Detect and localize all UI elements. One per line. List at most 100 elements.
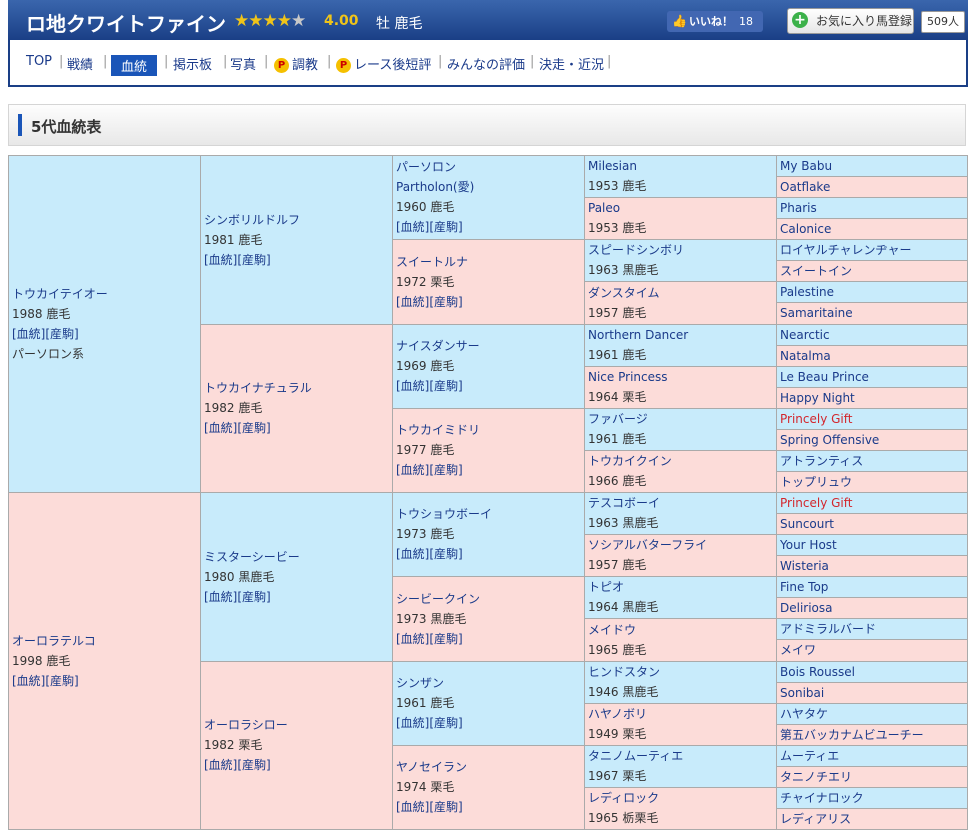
pedigree-link[interactable]: [血統] (12, 674, 45, 688)
horse-name-link[interactable]: メイドウ (588, 620, 774, 640)
horse-name-link[interactable]: ムーティエ (780, 746, 965, 766)
horse-name-link[interactable]: パーソロン (396, 157, 582, 177)
horse-name-link[interactable]: シンボリルドルフ (204, 210, 390, 230)
offspring-link[interactable]: [産駒] (429, 632, 462, 646)
horse-name-link[interactable]: Paleo (588, 198, 774, 218)
horse-name-link[interactable]: ファバージ (588, 409, 774, 429)
horse-name-link[interactable]: Fine Top (780, 577, 965, 597)
horse-name-link[interactable]: Sonibai (780, 683, 965, 703)
pedigree-link[interactable]: [血統] (204, 590, 237, 604)
offspring-link[interactable]: [産駒] (429, 379, 462, 393)
like-button[interactable]: 👍 いいね！ 18 (667, 11, 763, 32)
horse-name-link[interactable]: Natalma (780, 346, 965, 366)
horse-name-link[interactable]: Nearctic (780, 325, 965, 345)
horse-name-link[interactable]: オーロラシロー (204, 715, 390, 735)
horse-name-link[interactable]: Spring Offensive (780, 430, 965, 450)
nav-item-4[interactable]: 写真 (230, 54, 256, 73)
offspring-link[interactable]: [産駒] (45, 674, 78, 688)
offspring-link[interactable]: [産駒] (429, 716, 462, 730)
horse-name-link[interactable]: シービークイン (396, 589, 582, 609)
horse-name-link[interactable]: Milesian (588, 156, 774, 176)
horse-name-link[interactable]: Princely Gift (780, 493, 965, 513)
horse-name-link[interactable]: Bois Roussel (780, 662, 965, 682)
nav-item-1[interactable]: 戦績 (67, 54, 93, 73)
horse-name-link[interactable]: チャイナロック (780, 788, 965, 808)
horse-name-link[interactable]: Happy Night (780, 388, 965, 408)
horse-name-link[interactable]: Princely Gift (780, 409, 965, 429)
horse-name-link[interactable]: シンザン (396, 673, 582, 693)
horse-name-link[interactable]: ハヤタケ (780, 704, 965, 724)
offspring-link[interactable]: [産駒] (237, 421, 270, 435)
nav-item-2[interactable]: 血統 (111, 55, 158, 76)
horse-name-link[interactable]: ヒンドスタン (588, 662, 774, 682)
horse-name-link[interactable]: Calonice (780, 219, 965, 239)
horse-name-link[interactable]: Deliriosa (780, 598, 965, 618)
offspring-link[interactable]: [産駒] (237, 590, 270, 604)
horse-name-link[interactable]: ハヤノボリ (588, 704, 774, 724)
horse-name-link[interactable]: ナイスダンサー (396, 336, 582, 356)
horse-name-link[interactable]: ミスターシービー (204, 547, 390, 567)
horse-name-link[interactable]: アトランティス (780, 451, 965, 471)
pedigree-link[interactable]: [血統] (204, 253, 237, 267)
pedigree-link[interactable]: [血統] (396, 379, 429, 393)
offspring-link[interactable]: [産駒] (429, 547, 462, 561)
nav-item-7[interactable]: みんなの評価 (447, 54, 525, 73)
horse-name-link[interactable]: トウカイクイン (588, 451, 774, 471)
horse-name-link[interactable]: テスコボーイ (588, 493, 774, 513)
horse-name-link[interactable]: レディロック (588, 788, 774, 808)
horse-name-link[interactable]: My Babu (780, 156, 965, 176)
horse-original-name[interactable]: Partholon(愛) (396, 177, 582, 197)
horse-name-link[interactable]: オーロラテルコ (12, 631, 198, 651)
horse-name-link[interactable]: アドミラルバード (780, 619, 965, 639)
horse-name-link[interactable]: Oatflake (780, 177, 965, 197)
pedigree-link[interactable]: [血統] (396, 295, 429, 309)
nav-item-8[interactable]: 決走・近況 (539, 54, 604, 73)
pedigree-link[interactable]: [血統] (396, 800, 429, 814)
horse-name-link[interactable]: Northern Dancer (588, 325, 774, 345)
add-favorite-button[interactable]: + お気に入り馬登録 (787, 8, 914, 34)
nav-item-0[interactable]: TOP (26, 54, 52, 69)
horse-name-link[interactable]: Wisteria (780, 556, 965, 576)
pedigree-link[interactable]: [血統] (396, 716, 429, 730)
horse-name-link[interactable]: ソシアルバターフライ (588, 535, 774, 555)
horse-name-link[interactable]: トウショウボーイ (396, 504, 582, 524)
horse-name-link[interactable]: Le Beau Prince (780, 367, 965, 387)
horse-name-link[interactable]: トピオ (588, 577, 774, 597)
pedigree-link[interactable]: [血統] (204, 758, 237, 772)
pedigree-link[interactable]: [血統] (12, 327, 45, 341)
horse-name-link[interactable]: ヤノセイラン (396, 757, 582, 777)
offspring-link[interactable]: [産駒] (237, 758, 270, 772)
horse-name-link[interactable]: タニノムーティエ (588, 746, 774, 766)
horse-name-link[interactable]: メイワ (780, 640, 965, 660)
horse-name-link[interactable]: スイートイン (780, 261, 965, 281)
horse-name-link[interactable]: タニノチエリ (780, 767, 965, 787)
horse-name-link[interactable]: Samaritaine (780, 303, 965, 323)
horse-name-link[interactable]: トウカイナチュラル (204, 378, 390, 398)
horse-name-link[interactable]: Palestine (780, 282, 965, 302)
horse-name-link[interactable]: ダンスタイム (588, 283, 774, 303)
nav-item-6[interactable]: P レース後短評 (336, 54, 431, 73)
pedigree-link[interactable]: [血統] (204, 421, 237, 435)
horse-name-link[interactable]: レディアリス (780, 809, 965, 829)
horse-name-link[interactable]: トウカイミドリ (396, 420, 582, 440)
offspring-link[interactable]: [産駒] (237, 253, 270, 267)
horse-name-link[interactable]: トウカイテイオー (12, 284, 198, 304)
horse-name-link[interactable]: Suncourt (780, 514, 965, 534)
horse-name-link[interactable]: 第五バッカナムビユーチー (780, 725, 965, 745)
pedigree-link[interactable]: [血統] (396, 632, 429, 646)
offspring-link[interactable]: [産駒] (429, 463, 462, 477)
horse-name-link[interactable]: スイートルナ (396, 252, 582, 272)
pedigree-link[interactable]: [血統] (396, 463, 429, 477)
horse-name-link[interactable]: Pharis (780, 198, 965, 218)
pedigree-link[interactable]: [血統] (396, 547, 429, 561)
offspring-link[interactable]: [産駒] (45, 327, 78, 341)
offspring-link[interactable]: [産駒] (429, 220, 462, 234)
horse-name-link[interactable]: Your Host (780, 535, 965, 555)
offspring-link[interactable]: [産駒] (429, 800, 462, 814)
horse-name-link[interactable]: Nice Princess (588, 367, 774, 387)
horse-name-link[interactable]: スピードシンボリ (588, 240, 774, 260)
horse-name-link[interactable]: トップリュウ (780, 472, 965, 492)
offspring-link[interactable]: [産駒] (429, 295, 462, 309)
nav-item-3[interactable]: 掲示板 (173, 54, 212, 73)
pedigree-link[interactable]: [血統] (396, 220, 429, 234)
